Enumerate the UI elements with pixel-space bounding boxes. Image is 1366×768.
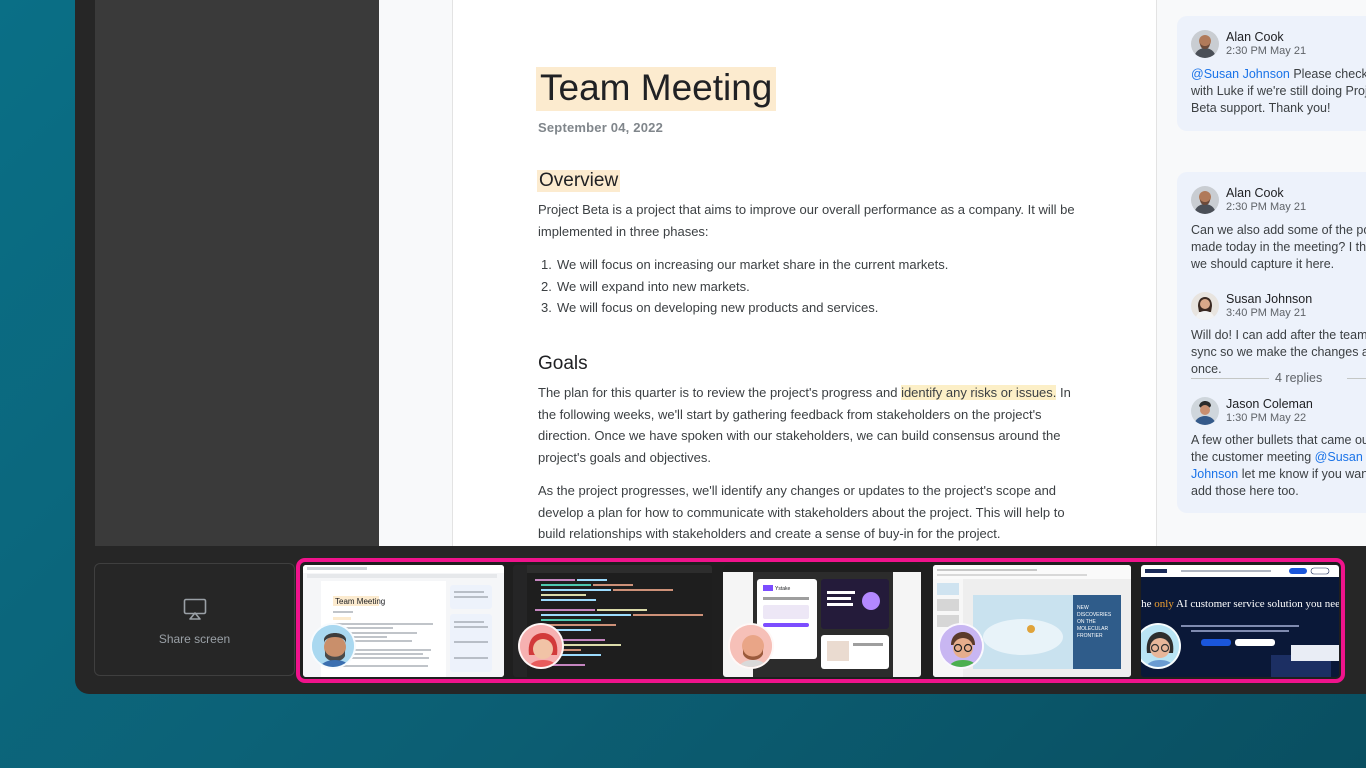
participant-avatar bbox=[728, 623, 774, 669]
list-item: 3. We will focus on developing new produc… bbox=[541, 300, 879, 315]
svg-text:Team Meeting: Team Meeting bbox=[335, 597, 385, 606]
participant-avatar bbox=[310, 623, 356, 669]
mention-link[interactable]: @Susan Johnson bbox=[1191, 67, 1290, 81]
replies-count[interactable]: 4 replies bbox=[1275, 371, 1322, 385]
presenter-panel bbox=[95, 0, 379, 546]
avatar bbox=[1191, 292, 1219, 320]
goals-heading: Goals bbox=[538, 353, 588, 374]
overview-paragraph: Project Beta is a project that aims to i… bbox=[538, 202, 1075, 239]
thumbnail-code-editor-window[interactable] bbox=[513, 565, 712, 677]
comment-text: A few other bullets that came out of the… bbox=[1191, 433, 1366, 498]
svg-text:Ystake: Ystake bbox=[775, 586, 791, 592]
comment-card[interactable]: Alan Cook 2:30 PM May 21 @Susan Johnson … bbox=[1177, 16, 1366, 131]
list-item: 2. We will expand into new markets. bbox=[541, 278, 750, 294]
avatar bbox=[1191, 186, 1219, 214]
document-page: Team Meeting September 04, 2022 Overview… bbox=[452, 0, 1157, 546]
svg-text:ON THE: ON THE bbox=[1077, 619, 1096, 625]
thumbnail-slides-window[interactable]: NEW DISCOVERIES ON THE MOLECULAR FRONTIE… bbox=[933, 565, 1131, 677]
window-picker-strip: Team Meeting Ystake NEW DISCOVERIES ON T… bbox=[296, 558, 1345, 683]
svg-text:DISCOVERIES: DISCOVERIES bbox=[1077, 612, 1112, 618]
svg-text:FRONTIER: FRONTIER bbox=[1077, 633, 1103, 639]
avatar bbox=[1191, 397, 1219, 425]
list-item: 1. We will focus on increasing our market… bbox=[541, 257, 949, 272]
comment-text: @Susan Johnson Please check with Luke if… bbox=[1191, 67, 1366, 115]
share-screen-button[interactable]: Share screen bbox=[94, 563, 295, 676]
cast-screen-icon bbox=[183, 598, 207, 620]
participant-avatar bbox=[938, 623, 984, 669]
shared-document-view: Team Meeting September 04, 2022 Overview… bbox=[379, 0, 1366, 546]
goals-paragraph-1: The plan for this quarter is to review t… bbox=[538, 385, 1071, 465]
document-title: Team Meeting bbox=[536, 67, 777, 111]
highlighted-text[interactable]: identify any risks or issues. bbox=[901, 385, 1057, 400]
svg-text:NEW: NEW bbox=[1077, 605, 1089, 611]
comment-text: Can we also add some of the points made … bbox=[1191, 223, 1366, 271]
comments-panel: Alan Cook 2:30 PM May 21 @Susan Johnson … bbox=[1177, 0, 1366, 546]
svg-text:The only AI customer service s: The only AI customer service solution yo… bbox=[1141, 598, 1339, 610]
svg-text:MOLECULAR: MOLECULAR bbox=[1077, 626, 1109, 632]
thumbnail-design-tool-window[interactable]: Ystake bbox=[723, 565, 921, 677]
phases-list: 1. We will focus on increasing our market… bbox=[541, 254, 949, 319]
avatar bbox=[1191, 30, 1219, 58]
participant-avatar bbox=[518, 623, 564, 669]
comment-thread-card[interactable]: Alan Cook 2:30 PM May 21 Can we also add… bbox=[1177, 172, 1366, 513]
overview-heading: Overview bbox=[537, 170, 621, 192]
replies-divider[interactable]: 4 replies bbox=[1191, 371, 1366, 385]
document-date: September 04, 2022 bbox=[538, 120, 664, 135]
thumbnail-docs-window[interactable]: Team Meeting bbox=[303, 565, 504, 677]
share-screen-label: Share screen bbox=[158, 632, 231, 646]
goals-paragraph-2: As the project progresses, we'll identif… bbox=[538, 483, 1065, 541]
thumbnail-website-window[interactable]: The only AI customer service solution yo… bbox=[1141, 565, 1339, 677]
